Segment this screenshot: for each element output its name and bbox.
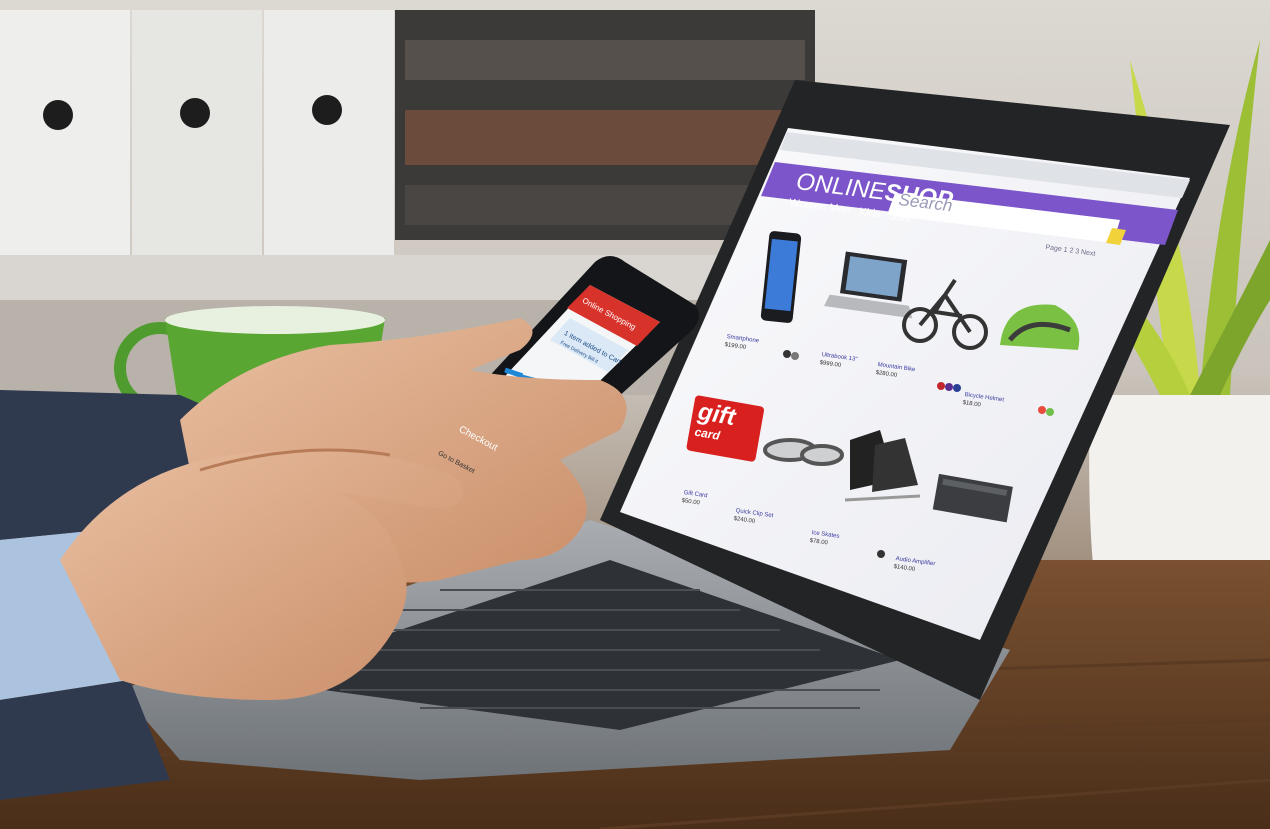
nav-sale[interactable]: Sale [889,210,912,225]
nav-kids[interactable]: Kids [859,206,882,221]
nav-men[interactable]: Men [829,202,852,217]
gift-card-text: gift card [693,398,738,448]
photo-scene [0,0,1270,829]
